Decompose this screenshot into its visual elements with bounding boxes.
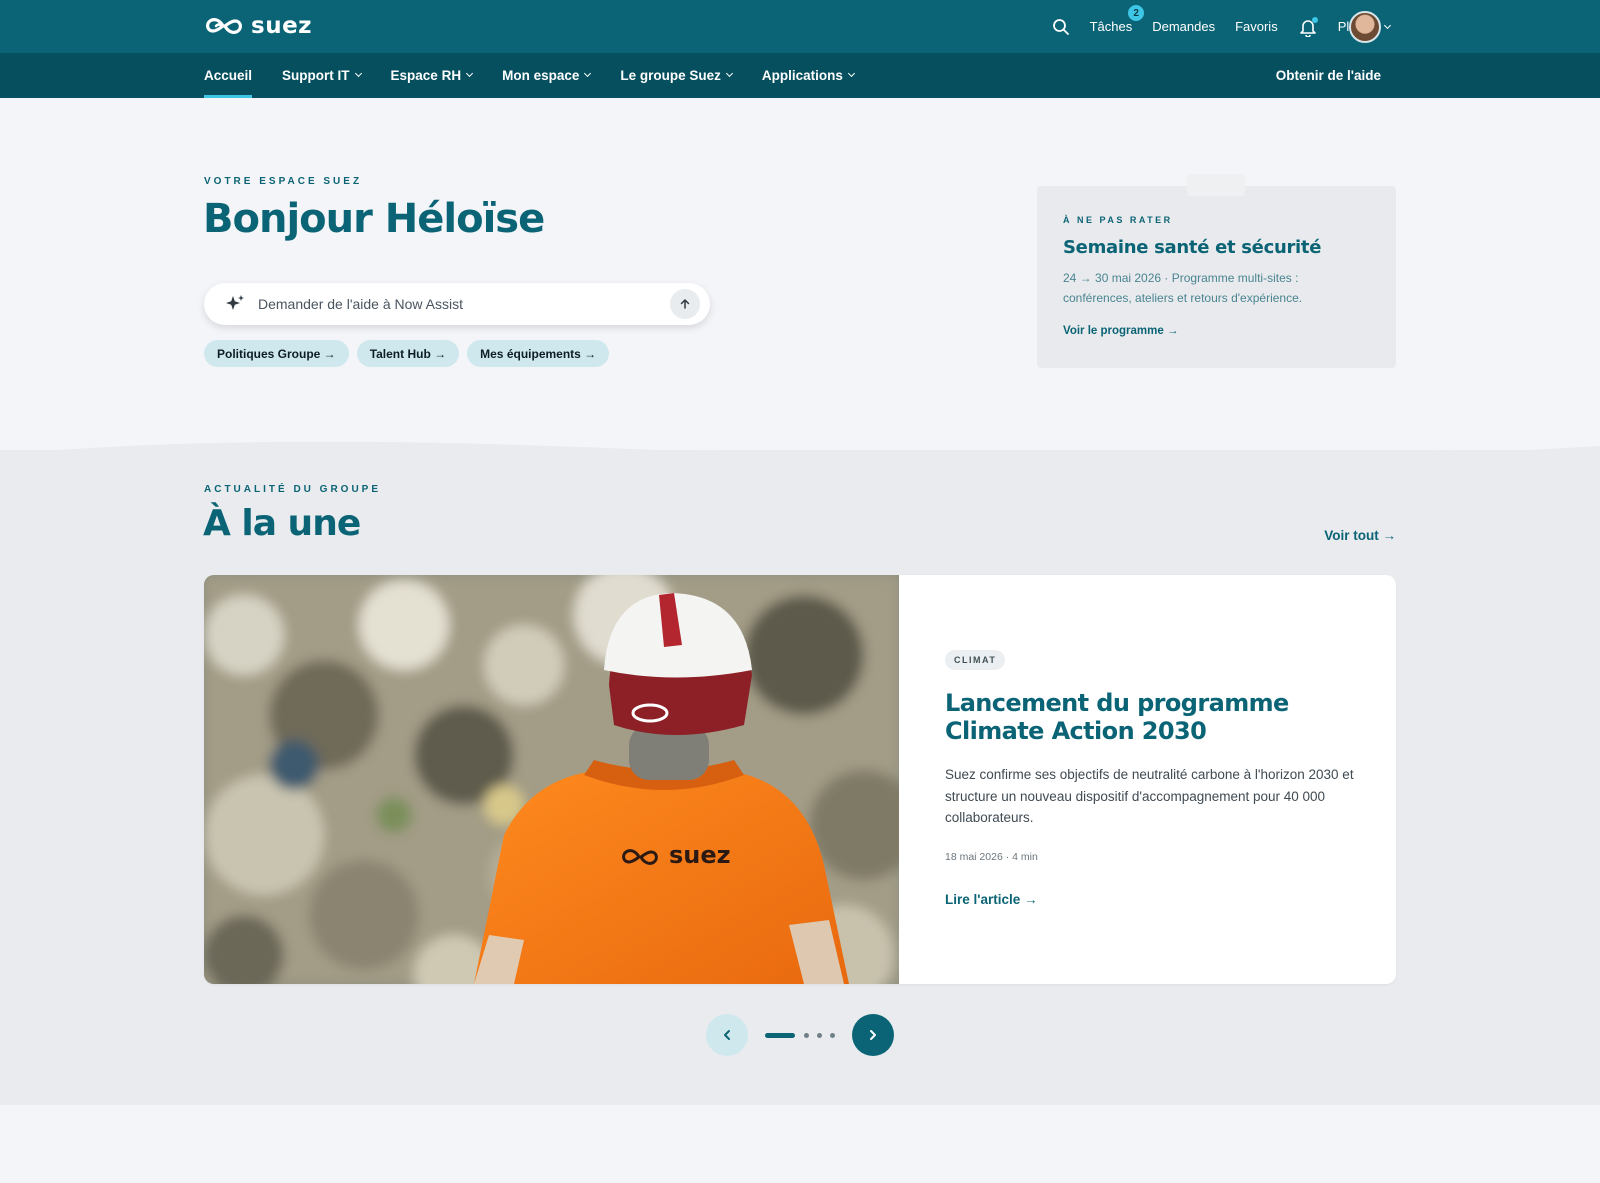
suez-logo[interactable]: suez <box>203 12 312 40</box>
carousel-dot-active[interactable] <box>765 1033 795 1038</box>
nav-item-label: Mon espace <box>502 68 580 83</box>
top-actions: Tâches 2 Demandes Favoris Plus <box>1052 0 1376 53</box>
notification-dot <box>1311 16 1318 23</box>
avatar <box>1349 11 1381 43</box>
logo-text: suez <box>251 13 313 39</box>
nav-item-applications[interactable]: Applications <box>761 53 855 98</box>
carousel-dot[interactable] <box>804 1033 809 1038</box>
now-assist-input[interactable]: Demander de l'aide à Now Assist <box>204 283 710 325</box>
nav-item-support-it[interactable]: Support IT <box>282 53 362 98</box>
tasks-link[interactable]: Tâches 2 <box>1089 5 1145 34</box>
promo-description: 24 → 30 mai 2026 · Programme multi-sites… <box>1063 271 1303 305</box>
featured-article-card[interactable]: suez CLIMAT Lancement du programme Clima… <box>204 575 1396 984</box>
chevron-down-icon <box>725 69 733 78</box>
nav-item-mon-espace[interactable]: Mon espace <box>502 53 592 98</box>
article-title[interactable]: Lancement du programme Climate Action 20… <box>945 689 1355 745</box>
news-title: À la une <box>203 503 361 544</box>
nav-item-label: Le groupe Suez <box>620 68 721 83</box>
suez-logo-icon <box>206 18 242 34</box>
nav-item-label: Accueil <box>204 68 253 83</box>
nav-item-accueil[interactable]: Accueil <box>204 53 253 98</box>
chevron-down-icon <box>584 69 592 78</box>
news-eyebrow: ACTUALITÉ DU GROUPE <box>204 484 381 495</box>
nav-item-label: Applications <box>761 68 843 83</box>
read-article-link[interactable]: Lire l'article → <box>945 892 1038 907</box>
article-tag: CLIMAT <box>945 650 1006 670</box>
hero-eyebrow: VOTRE ESPACE SUEZ <box>204 176 363 187</box>
top-wave-divider <box>0 441 1600 470</box>
promo-eyebrow: À NE PAS RATER <box>1063 215 1173 225</box>
nav-item-groupe-suez[interactable]: Le groupe Suez <box>620 53 733 98</box>
next-button[interactable] <box>852 1014 894 1056</box>
article-image: suez <box>204 575 899 984</box>
tasks-label: Tâches <box>1089 19 1133 34</box>
nav-item-espace-rh[interactable]: Espace RH <box>390 53 474 98</box>
sparkle-icon <box>224 293 246 315</box>
promo-card-tab <box>1187 174 1245 196</box>
previous-button[interactable] <box>706 1014 748 1056</box>
chevron-down-icon <box>1383 21 1392 29</box>
see-all-link[interactable]: Voir tout → <box>1324 528 1396 543</box>
nav-item-label: Support IT <box>282 68 350 83</box>
favorites-link[interactable]: Favoris <box>1235 19 1278 34</box>
quick-links: Politiques Groupe → Talent Hub → Mes équ… <box>204 340 610 367</box>
nav-item-label: Espace RH <box>390 68 462 83</box>
requests-link[interactable]: Demandes <box>1152 19 1215 34</box>
chevron-down-icon <box>466 69 474 78</box>
promo-title: Semaine santé et sécurité <box>1063 237 1322 258</box>
carousel-controls <box>706 1014 894 1056</box>
arrow-up-icon <box>680 299 690 309</box>
tasks-badge: 2 <box>1128 5 1145 21</box>
send-button[interactable] <box>670 289 700 319</box>
chevron-down-icon <box>354 69 362 78</box>
article-meta: 18 mai 2026 · 4 min <box>945 851 1038 863</box>
chip-mes-equipements[interactable]: Mes équipements → <box>467 340 610 367</box>
help-link[interactable]: Obtenir de l'aide <box>1276 53 1381 98</box>
chip-talent-hub[interactable]: Talent Hub → <box>356 340 460 367</box>
carousel-dot[interactable] <box>817 1033 822 1038</box>
article-description: Suez confirme ses objectifs de neutralit… <box>945 767 1354 825</box>
page-title: Bonjour Héloïse <box>203 196 545 242</box>
promo-card: À NE PAS RATER Semaine santé et sécurité… <box>1037 174 1396 368</box>
search-icon[interactable] <box>1052 18 1070 36</box>
main-nav: Accueil Support IT Espace RH Mon espace … <box>0 53 1600 98</box>
assist-placeholder: Demander de l'aide à Now Assist <box>258 296 463 312</box>
bottom-wave-divider <box>0 1086 1600 1099</box>
chevron-down-icon <box>847 69 855 78</box>
bell-icon[interactable] <box>1298 16 1318 37</box>
promo-link[interactable]: Voir le programme → <box>1063 325 1178 337</box>
chip-politiques-groupe[interactable]: Politiques Groupe → <box>204 340 349 367</box>
chevron-left-icon <box>724 1030 730 1040</box>
jacket-logo-text: suez <box>669 841 731 869</box>
chevron-right-icon <box>870 1030 876 1040</box>
top-bar: suez Tâches 2 Demandes Favoris Plus <box>0 0 1600 53</box>
carousel-dot[interactable] <box>830 1033 835 1038</box>
user-menu[interactable] <box>1349 11 1392 43</box>
nav-items: Accueil Support IT Espace RH Mon espace … <box>204 53 855 98</box>
